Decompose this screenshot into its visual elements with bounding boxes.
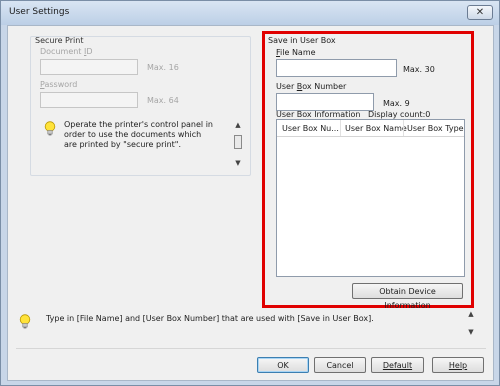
user-box-list[interactable]: User Box Nu... User Box Name User Box Ty… xyxy=(276,119,465,277)
user-box-number-label: User Box Number xyxy=(276,82,347,91)
help-button[interactable]: Help xyxy=(432,357,484,373)
help-button-label: Help xyxy=(448,361,468,370)
info-message: Type in [File Name] and [User Box Number… xyxy=(46,314,374,323)
footer-divider xyxy=(16,348,486,349)
user-box-info-label: User Box Information xyxy=(276,110,361,119)
close-button[interactable]: ✕ xyxy=(467,5,493,20)
password-input[interactable] xyxy=(40,92,138,108)
column-user-box-name[interactable]: User Box Name xyxy=(345,124,407,133)
scroll-up-icon[interactable]: ▲ xyxy=(466,310,476,318)
column-user-box-type[interactable]: User Box Type xyxy=(407,124,464,133)
password-label: Password xyxy=(40,80,78,89)
dialog-body: Secure Print Document ID Max. 16 Passwor… xyxy=(7,25,494,381)
display-count: Display count:0 xyxy=(368,110,431,119)
title-bar[interactable]: User Settings ✕ xyxy=(1,1,499,25)
window-title: User Settings xyxy=(9,7,70,17)
info-message-area: Type in [File Name] and [User Box Number… xyxy=(8,304,493,340)
scroll-thumb[interactable] xyxy=(234,135,242,149)
scroll-up-icon[interactable]: ▲ xyxy=(233,121,243,129)
user-settings-dialog: User Settings ✕ Secure Print Document ID… xyxy=(0,0,500,386)
lightbulb-icon xyxy=(44,121,56,136)
list-header: User Box Nu... User Box Name User Box Ty… xyxy=(277,120,464,137)
column-user-box-number[interactable]: User Box Nu... xyxy=(282,124,339,133)
file-name-input[interactable] xyxy=(276,59,397,77)
secure-print-note: Operate the printer's control panel in o… xyxy=(64,120,213,149)
info-scrollbar[interactable]: ▲ ▼ xyxy=(466,310,476,338)
cancel-button[interactable]: Cancel xyxy=(314,357,366,373)
document-id-input[interactable] xyxy=(40,59,138,75)
default-button-label: Default xyxy=(382,361,413,370)
file-name-max: Max. 30 xyxy=(403,65,435,74)
column-divider[interactable] xyxy=(340,120,341,136)
secure-print-group: Secure Print Document ID Max. 16 Passwor… xyxy=(30,36,251,176)
document-id-max: Max. 16 xyxy=(147,63,179,72)
secure-print-title: Secure Print xyxy=(35,36,84,45)
note-scrollbar[interactable]: ▲ ▼ xyxy=(233,121,243,167)
file-name-label: File Name xyxy=(276,48,316,57)
obtain-device-information-button[interactable]: Obtain Device Information xyxy=(352,283,463,310)
ok-button[interactable]: OK xyxy=(257,357,309,373)
document-id-label: Document ID xyxy=(40,47,93,56)
scroll-down-icon[interactable]: ▼ xyxy=(233,159,243,167)
user-box-number-input[interactable] xyxy=(276,93,374,111)
save-in-user-box-group: Save in User Box File Name Max. 30 User … xyxy=(262,31,474,310)
password-max: Max. 64 xyxy=(147,96,179,105)
default-button[interactable]: Default xyxy=(371,357,424,373)
close-icon: ✕ xyxy=(475,7,485,18)
save-in-user-box-title: Save in User Box xyxy=(268,36,336,45)
column-divider[interactable] xyxy=(403,120,404,136)
user-box-number-max: Max. 9 xyxy=(383,99,410,108)
lightbulb-icon xyxy=(19,314,31,329)
scroll-down-icon[interactable]: ▼ xyxy=(466,328,476,336)
